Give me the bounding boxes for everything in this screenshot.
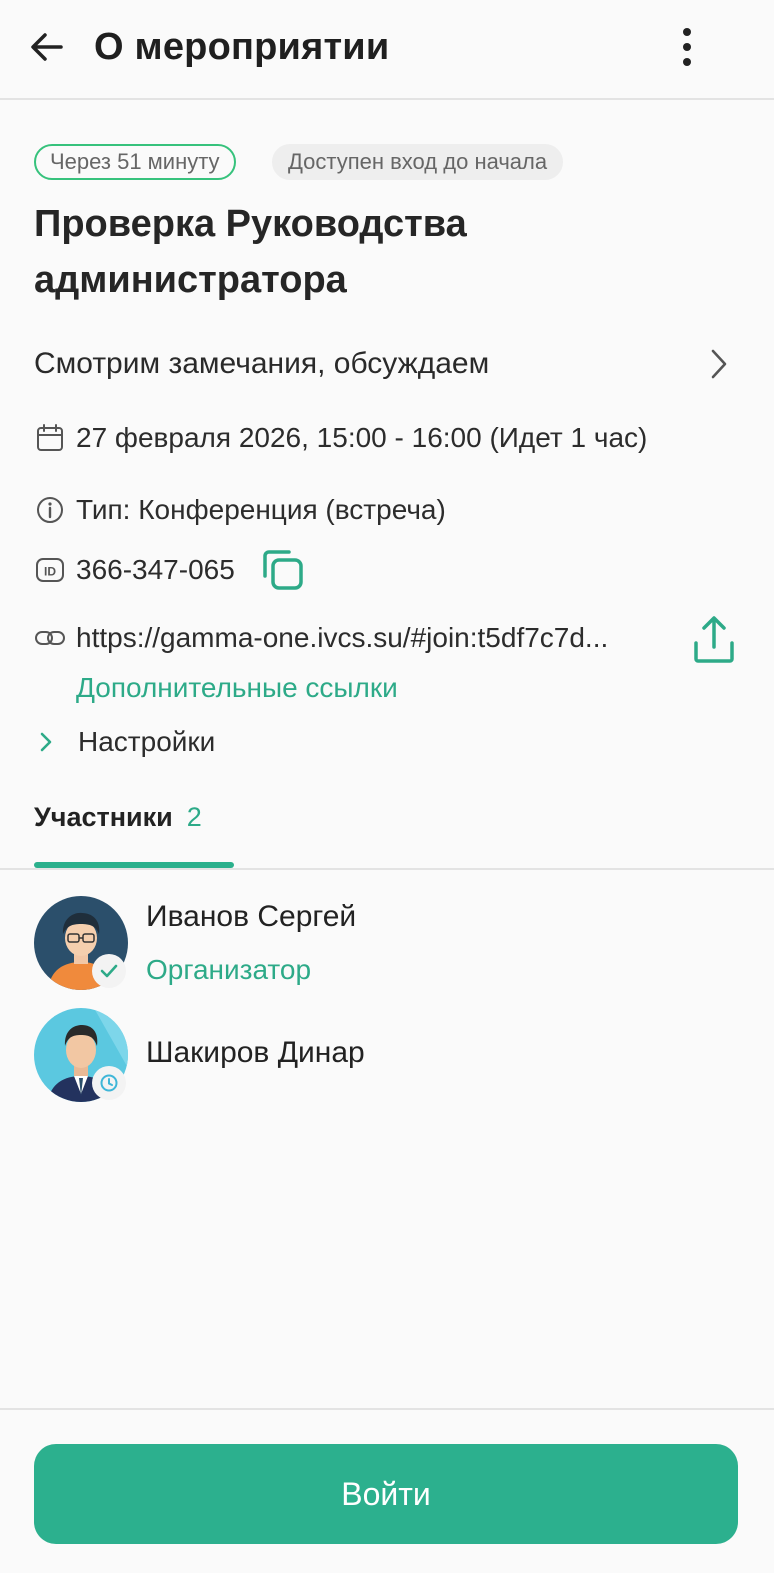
- participant-role: Организатор: [146, 954, 312, 985]
- datetime-row: 27 февраля 2026, 15:00 - 16:00 (Идет 1 ч…: [34, 422, 647, 454]
- calendar-icon: [34, 422, 66, 454]
- share-icon: [694, 616, 734, 663]
- copy-icon: [263, 550, 303, 590]
- event-datetime: 27 февраля 2026, 15:00 - 16:00 (Идет 1 ч…: [76, 422, 648, 453]
- info-icon: [34, 494, 66, 526]
- join-button[interactable]: Войти: [34, 1444, 738, 1544]
- event-description: Смотрим замечания, обсуждаем: [34, 347, 490, 380]
- pending-status-badge: [92, 1066, 126, 1100]
- tab-participants[interactable]: Участники 2: [34, 790, 202, 870]
- time-until-badge: Через 51 минуту: [34, 144, 236, 180]
- tab-participants-label: Участники: [34, 802, 173, 832]
- participants-count: 2: [186, 802, 202, 832]
- event-title: Проверка Руководства администратора: [34, 203, 467, 301]
- organizer-status-badge: [92, 954, 126, 988]
- settings-toggle[interactable]: Настройки: [34, 722, 215, 762]
- settings-label: Настройки: [78, 726, 216, 757]
- svg-text:ID: ID: [44, 565, 56, 579]
- back-button[interactable]: [22, 22, 72, 72]
- check-icon: [100, 964, 118, 978]
- share-button[interactable]: [688, 612, 740, 668]
- chevron-right-icon: [38, 722, 72, 762]
- event-link[interactable]: https://gamma-one.ivcs.su/#join:t5df7c7d…: [76, 622, 608, 654]
- tab-bar: Участники 2: [0, 790, 774, 870]
- chevron-right-icon: [704, 344, 734, 384]
- app-bar: О мероприятии: [0, 0, 774, 100]
- id-row: ID 366-347-065: [34, 544, 309, 596]
- page-title: О мероприятии: [94, 26, 390, 68]
- event-id: 366-347-065: [76, 554, 235, 585]
- arrow-left-icon: [31, 33, 63, 61]
- description-row[interactable]: Смотрим замечания, обсуждаем: [34, 336, 734, 392]
- participant-name: Иванов Сергей: [146, 900, 357, 933]
- participant-name: Шакиров Динар: [146, 1036, 365, 1069]
- link-icon: [34, 622, 66, 654]
- more-menu-button[interactable]: [664, 22, 710, 72]
- event-type: Тип: Конференция (встреча): [76, 494, 446, 525]
- copy-id-button[interactable]: [257, 544, 309, 596]
- early-access-badge: Доступен вход до начала: [272, 144, 564, 180]
- more-vertical-icon: [683, 28, 691, 66]
- link-row[interactable]: https://gamma-one.ivcs.su/#join:t5df7c7d…: [34, 622, 608, 654]
- participant-item[interactable]: Иванов Сергей Организатор: [34, 896, 734, 996]
- id-icon: ID: [34, 554, 66, 586]
- participant-item[interactable]: Шакиров Динар: [34, 1008, 734, 1108]
- tab-active-indicator: [34, 862, 234, 868]
- more-links-link[interactable]: Дополнительные ссылки: [76, 672, 398, 704]
- bottom-action-bar: Войти: [0, 1408, 774, 1573]
- clock-icon: [100, 1074, 118, 1092]
- type-row: Тип: Конференция (встреча): [34, 494, 446, 526]
